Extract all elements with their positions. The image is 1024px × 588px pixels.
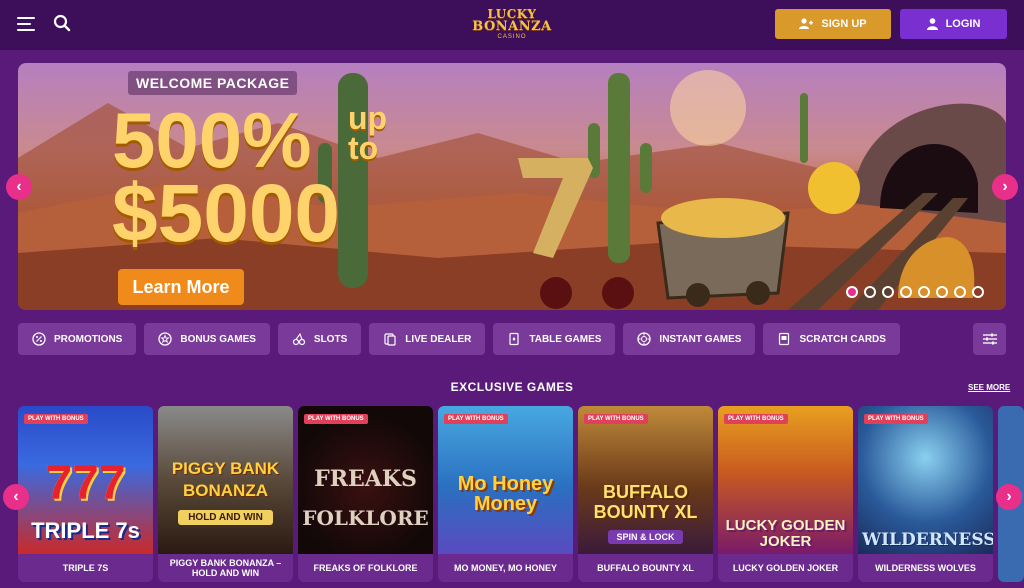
game-card-triple-7s[interactable]: 777 TRIPLE 7s PLAY WITH BONUS TRIPLE 7S <box>18 406 153 582</box>
game-art-subtitle: FOLKLORE <box>302 506 429 530</box>
game-art-title: LUCKY GOLDEN JOKER <box>725 517 846 550</box>
game-art: 777 TRIPLE 7s <box>18 406 153 554</box>
game-name: PIGGY BANK BONANZA – HOLD AND WIN <box>158 554 293 582</box>
play-with-bonus-badge: PLAY WITH BONUS <box>864 414 928 424</box>
play-with-bonus-badge: PLAY WITH BONUS <box>304 414 368 424</box>
sign-up-button[interactable]: SIGN UP <box>775 9 891 39</box>
carousel-dot[interactable] <box>972 286 984 298</box>
game-art: Mo Honey Money <box>438 406 573 554</box>
game-name: MO MONEY, MO HONEY <box>438 554 573 582</box>
game-name: BUFFALO BOUNTY XL <box>578 554 713 582</box>
play-with-bonus-badge: PLAY WITH BONUS <box>24 414 88 424</box>
star-circle-icon <box>158 332 172 346</box>
game-card-mo-money-mo-honey[interactable]: Mo Honey Money PLAY WITH BONUS MO MONEY,… <box>438 406 573 582</box>
category-nav: PROMOTIONS BONUS GAMES SLOTS LIVE DEALER… <box>18 323 900 355</box>
game-art-subtitle: HOLD AND WIN <box>178 510 273 525</box>
category-live-dealer[interactable]: LIVE DEALER <box>369 323 486 355</box>
chip-icon <box>637 332 652 346</box>
game-card-lucky-golden-joker[interactable]: LUCKY GOLDEN JOKER PLAY WITH BONUS LUCKY… <box>718 406 853 582</box>
game-art-title: BUFFALO BOUNTY XL <box>593 482 698 522</box>
category-table-games[interactable]: TABLE GAMES <box>493 323 616 355</box>
welcome-package-label: WELCOME PACKAGE <box>128 71 298 95</box>
user-plus-icon <box>799 18 814 29</box>
category-label: BONUS GAMES <box>180 333 256 345</box>
category-label: LIVE DEALER <box>405 333 472 345</box>
games-next-arrow-icon[interactable]: › <box>996 484 1022 510</box>
user-icon <box>926 18 938 30</box>
carousel-dot[interactable] <box>846 286 858 298</box>
hero-prev-arrow-icon[interactable]: ‹ <box>6 174 32 200</box>
game-card-wilderness-wolves[interactable]: WILDERNESS PLAY WITH BONUS WILDERNESS WO… <box>858 406 993 582</box>
category-label: SLOTS <box>313 333 348 345</box>
games-prev-arrow-icon[interactable]: ‹ <box>3 484 29 510</box>
game-card-freaks-of-folklore[interactable]: FREAKS FOLKLORE PLAY WITH BONUS FREAKS O… <box>298 406 433 582</box>
game-art-subtitle: SPIN & LOCK <box>608 530 683 544</box>
up-to-line-2: to <box>348 130 379 166</box>
category-instant-games[interactable]: INSTANT GAMES <box>623 323 756 355</box>
up-to-text: up to <box>348 100 388 166</box>
bonus-amount: $5000 <box>112 168 341 259</box>
cherries-icon <box>292 332 306 346</box>
category-label: SCRATCH CARDS <box>799 333 886 345</box>
login-label: LOGIN <box>945 18 981 30</box>
game-art-title: FREAKS <box>314 466 417 492</box>
game-art: LUCKY GOLDEN JOKER <box>718 406 853 554</box>
category-bonus-games[interactable]: BONUS GAMES <box>144 323 270 355</box>
logo-line-2: BONANZA <box>472 19 552 34</box>
game-art: BUFFALO BOUNTY XL SPIN & LOCK <box>578 406 713 554</box>
game-name: LUCKY GOLDEN JOKER <box>718 554 853 582</box>
sign-up-label: SIGN UP <box>821 18 867 30</box>
carousel-dot[interactable] <box>864 286 876 298</box>
game-card-piggy-bank-bonanza[interactable]: PIGGY BANK BONANZA HOLD AND WIN PIGGY BA… <box>158 406 293 582</box>
hero-banner[interactable]: WELCOME PACKAGE 500% up to $5000 Learn M… <box>18 63 1006 310</box>
game-art-title: 777 <box>45 457 126 510</box>
top-header: LUCKY BONANZA CASINO SIGN UP LOGIN <box>0 0 1024 50</box>
carousel-dot[interactable] <box>882 286 894 298</box>
sliders-icon <box>982 333 997 345</box>
play-with-bonus-badge: PLAY WITH BONUS <box>584 414 648 424</box>
play-with-bonus-badge: PLAY WITH BONUS <box>724 414 788 424</box>
carousel-dot[interactable] <box>936 286 948 298</box>
game-art-title: PIGGY BANK BONANZA <box>171 459 280 500</box>
hero-next-arrow-icon[interactable]: › <box>992 174 1018 200</box>
category-label: TABLE GAMES <box>529 333 602 345</box>
category-label: PROMOTIONS <box>54 333 123 345</box>
carousel-dot[interactable] <box>900 286 912 298</box>
exclusive-games-heading: EXCLUSIVE GAMES <box>450 380 574 394</box>
game-name: TRIPLE 7S <box>18 554 153 582</box>
game-art: WILDERNESS <box>858 406 993 554</box>
percent-badge-icon <box>32 332 46 346</box>
see-more-link[interactable]: SEE MORE <box>968 383 1010 392</box>
hamburger-menu-icon[interactable] <box>17 17 35 31</box>
category-label: INSTANT GAMES <box>659 333 742 345</box>
carousel-dot[interactable] <box>954 286 966 298</box>
filter-button[interactable] <box>973 323 1006 355</box>
category-scratch-cards[interactable]: SCRATCH CARDS <box>763 323 900 355</box>
game-card-buffalo-bounty-xl[interactable]: BUFFALO BOUNTY XL SPIN & LOCK PLAY WITH … <box>578 406 713 582</box>
learn-more-button[interactable]: Learn More <box>118 269 244 305</box>
scratch-card-icon <box>779 332 790 346</box>
login-button[interactable]: LOGIN <box>900 9 1007 39</box>
play-with-bonus-badge: PLAY WITH BONUS <box>444 414 508 424</box>
search-icon[interactable] <box>53 14 71 32</box>
lucky-bonanza-logo[interactable]: LUCKY BONANZA CASINO <box>466 8 558 42</box>
game-art-title: WILDERNESS <box>862 530 993 550</box>
game-art-title: Mo Honey Money <box>457 473 554 515</box>
carousel-dot[interactable] <box>918 286 930 298</box>
game-name: WILDERNESS WOLVES <box>858 554 993 582</box>
playing-card-icon <box>509 332 519 346</box>
up-to-line-1: up <box>348 100 388 136</box>
category-promotions[interactable]: PROMOTIONS <box>18 323 137 355</box>
game-name: FREAKS OF FOLKLORE <box>298 554 433 582</box>
dealer-cards-icon <box>384 333 396 346</box>
logo-line-3: CASINO <box>497 34 527 40</box>
category-slots[interactable]: SLOTS <box>277 323 362 355</box>
exclusive-games-row: 777 TRIPLE 7s PLAY WITH BONUS TRIPLE 7S … <box>18 406 1024 588</box>
carousel-dots <box>846 286 984 298</box>
game-art-subtitle: TRIPLE 7s <box>31 518 140 543</box>
game-art: PIGGY BANK BONANZA HOLD AND WIN <box>158 406 293 554</box>
game-art: FREAKS FOLKLORE <box>298 406 433 554</box>
